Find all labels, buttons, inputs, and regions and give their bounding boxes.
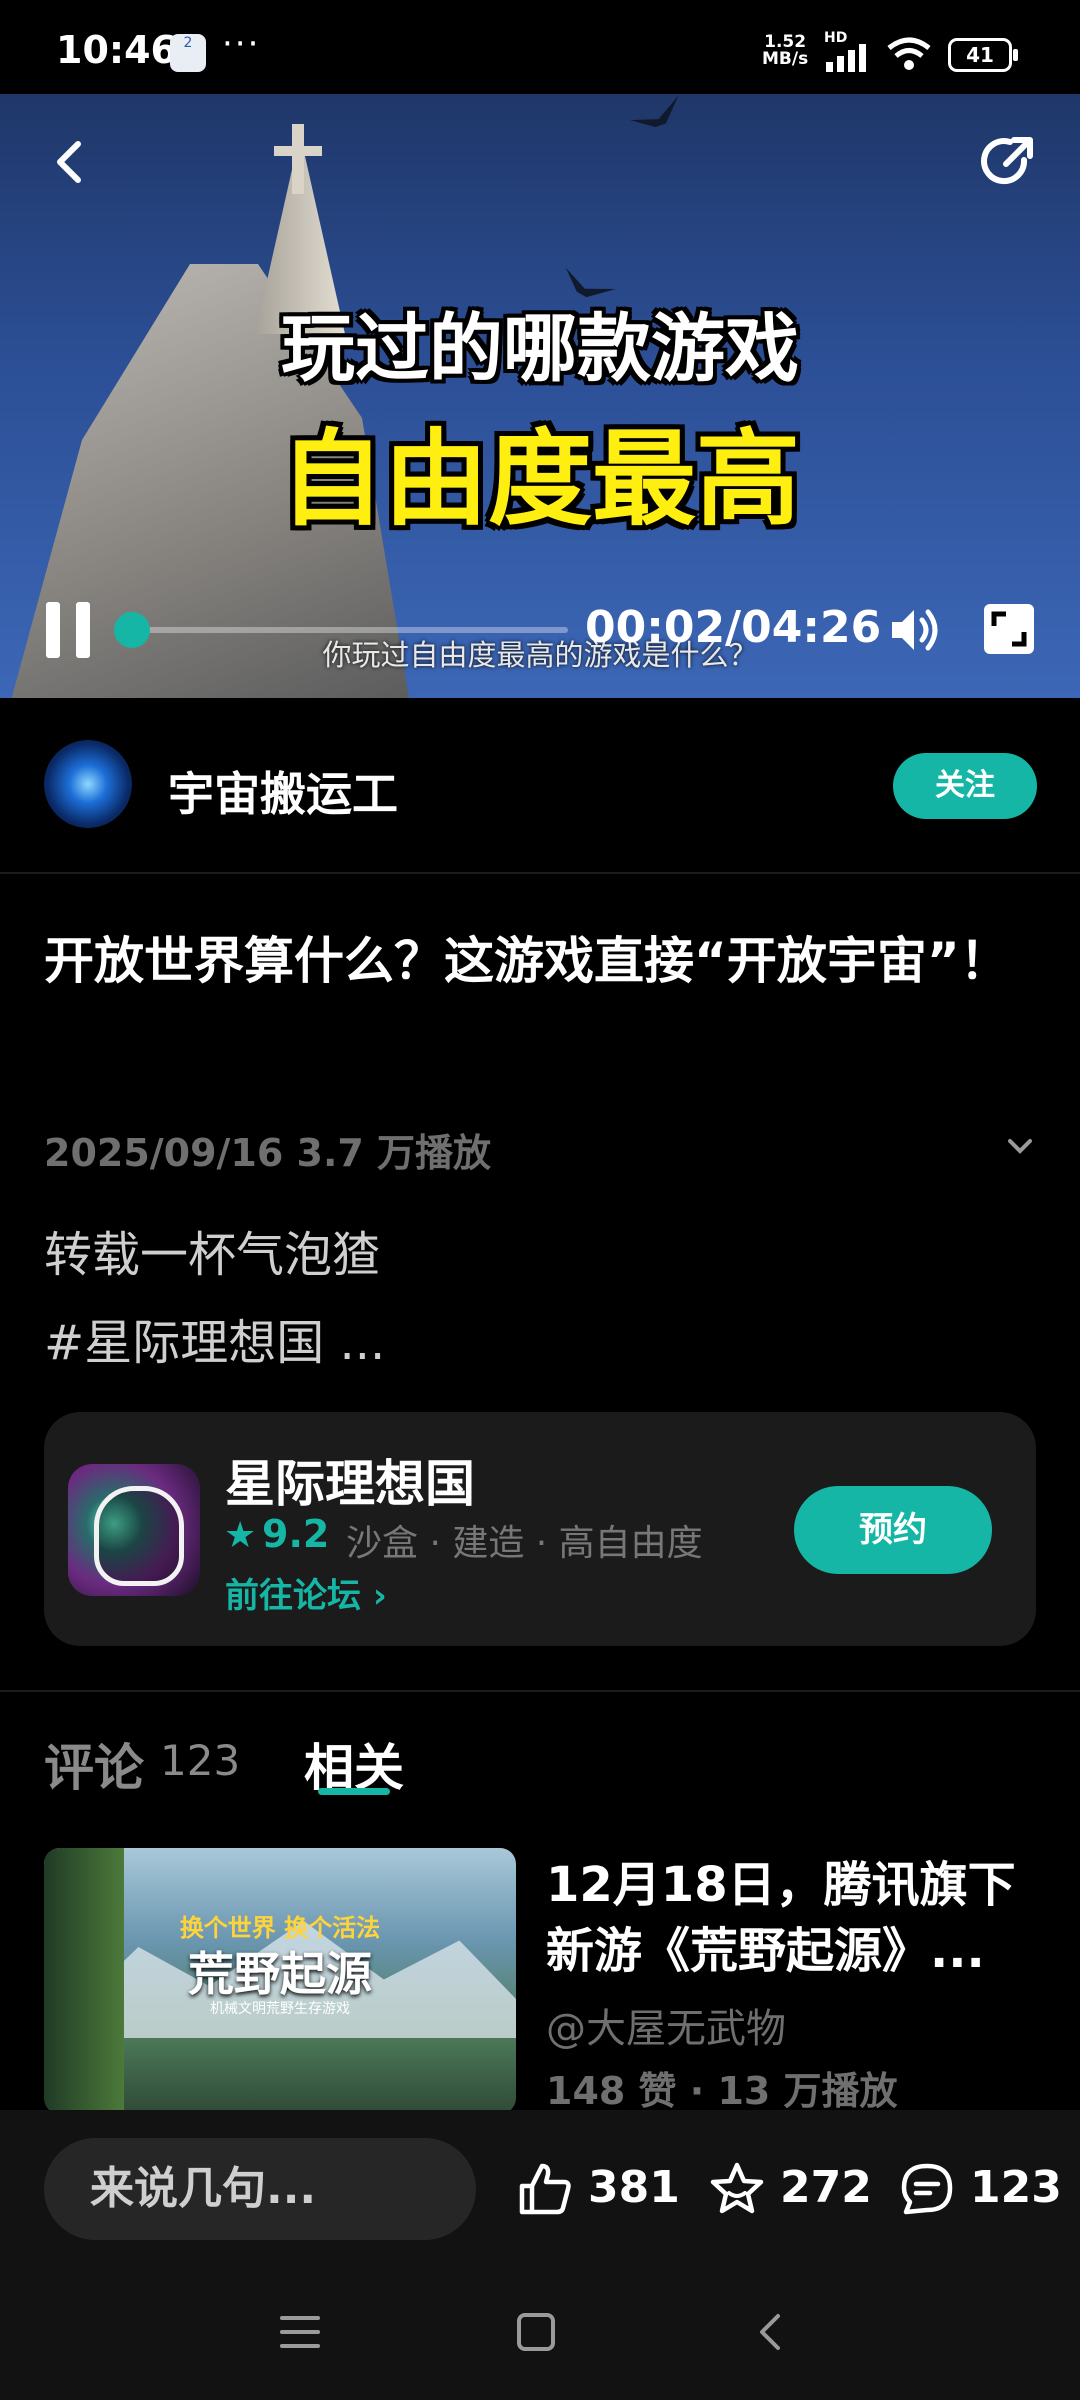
game-tags: 沙盒 · 建造 · 高自由度 [346, 1523, 703, 1564]
post-source: 转载一杯气泡猹 [44, 1227, 381, 1283]
battery-indicator: 41 [948, 38, 1018, 72]
game-name[interactable]: 星际理想国 [225, 1444, 475, 1516]
comment-bubble-icon [901, 2163, 953, 2215]
signal-icon [826, 44, 866, 72]
related-video-title[interactable]: 12月18日，腾讯旗下新游《荒野起源》... [546, 1852, 1046, 1984]
fullscreen-icon [991, 611, 1027, 647]
chevron-down-icon [1008, 1139, 1032, 1154]
video-headline-line1: 玩过的哪款游戏 [281, 306, 799, 392]
star-icon: ★ [224, 1515, 257, 1556]
like-button[interactable]: 381 [516, 2160, 680, 2220]
back-button[interactable] [42, 132, 102, 192]
more-notifications: ··· [222, 24, 261, 64]
net-speed: 1.52 MB/s [762, 34, 808, 68]
divider [0, 872, 1080, 874]
tab-comments[interactable]: 评论 [44, 1728, 144, 1800]
comment-input[interactable]: 来说几句... [44, 2138, 476, 2240]
comment-count: 123 [970, 2162, 1062, 2213]
post-meta: 2025/09/16 3.7 万播放 [44, 1131, 492, 1175]
status-time: 10:46 [56, 28, 177, 72]
video-frame-cross [292, 124, 304, 194]
video-headline-line2: 自由度最高 [279, 418, 800, 540]
related-video-thumbnail[interactable]: 换个世界 换个活法 荒野起源 机械文明荒野生存游戏 [44, 1848, 516, 2114]
pause-icon-bar [46, 602, 60, 658]
star-outline-icon [710, 2162, 764, 2214]
favorite-button[interactable]: 272 [708, 2160, 872, 2220]
notification-icon: 2 [170, 34, 206, 72]
forum-link[interactable]: 前往论坛 › [225, 1568, 387, 1617]
progress-track[interactable] [128, 627, 568, 633]
tab-comments-count: 123 [160, 1736, 241, 1785]
expand-description-button[interactable] [1000, 1126, 1040, 1166]
thumbnail-caption-title: 荒野起源 [188, 1947, 372, 2001]
related-video-author[interactable]: @大屋无武物 [546, 1996, 786, 2054]
tab-active-indicator [318, 1788, 390, 1795]
related-video-stats: 148 赞 · 13 万播放 [546, 2069, 898, 2113]
share-icon [981, 137, 1033, 185]
net-speed-unit: MB/s [762, 49, 809, 69]
author-name[interactable]: 宇宙搬运工 [168, 758, 398, 824]
pause-icon-bar [76, 602, 90, 658]
favorite-count: 272 [780, 2162, 872, 2213]
post-hashtag[interactable]: #星际理想国 ... [44, 1303, 385, 1373]
thumbs-up-icon [519, 2163, 571, 2215]
back-nav-icon[interactable] [752, 2310, 788, 2354]
system-nav-bar [0, 2266, 1080, 2400]
home-icon[interactable] [514, 2310, 558, 2354]
like-count: 381 [588, 2162, 680, 2213]
author-avatar[interactable] [44, 740, 132, 828]
game-icon[interactable] [68, 1464, 200, 1596]
menu-icon[interactable] [278, 2312, 322, 2352]
status-bar: 10:46 2 ··· 1.52 MB/s HD 41 [0, 0, 1080, 94]
chevron-left-icon [57, 141, 81, 183]
helmet-icon [94, 1486, 184, 1586]
video-frame-bird [628, 95, 686, 134]
video-frame-crossbar [274, 146, 322, 156]
divider [0, 1690, 1080, 1692]
reserve-button[interactable]: 预约 [794, 1486, 992, 1574]
thumbnail-caption-subtitle: 机械文明荒野生存游戏 [210, 2001, 350, 2017]
post-title: 开放世界算什么？这游戏直接“开放宇宙”！ [44, 932, 1010, 990]
notification-badge: 2 [183, 35, 193, 51]
wifi-icon [887, 37, 931, 70]
pause-button[interactable] [46, 602, 96, 658]
volume-button[interactable] [886, 602, 942, 658]
comment-button[interactable]: 123 [898, 2160, 1062, 2220]
volume-icon [892, 609, 938, 651]
share-button[interactable] [976, 130, 1040, 194]
fullscreen-button[interactable] [984, 604, 1034, 654]
follow-button[interactable]: 关注 [893, 753, 1037, 819]
video-player[interactable]: 玩过的哪款游戏 自由度最高 你玩过自由度最高的游戏是什么？ 00:02/04:2… [0, 94, 1080, 698]
video-time: 00:02/04:26 [585, 602, 882, 653]
progress-knob[interactable] [113, 612, 150, 648]
game-rating: 9.2 [262, 1512, 330, 1556]
